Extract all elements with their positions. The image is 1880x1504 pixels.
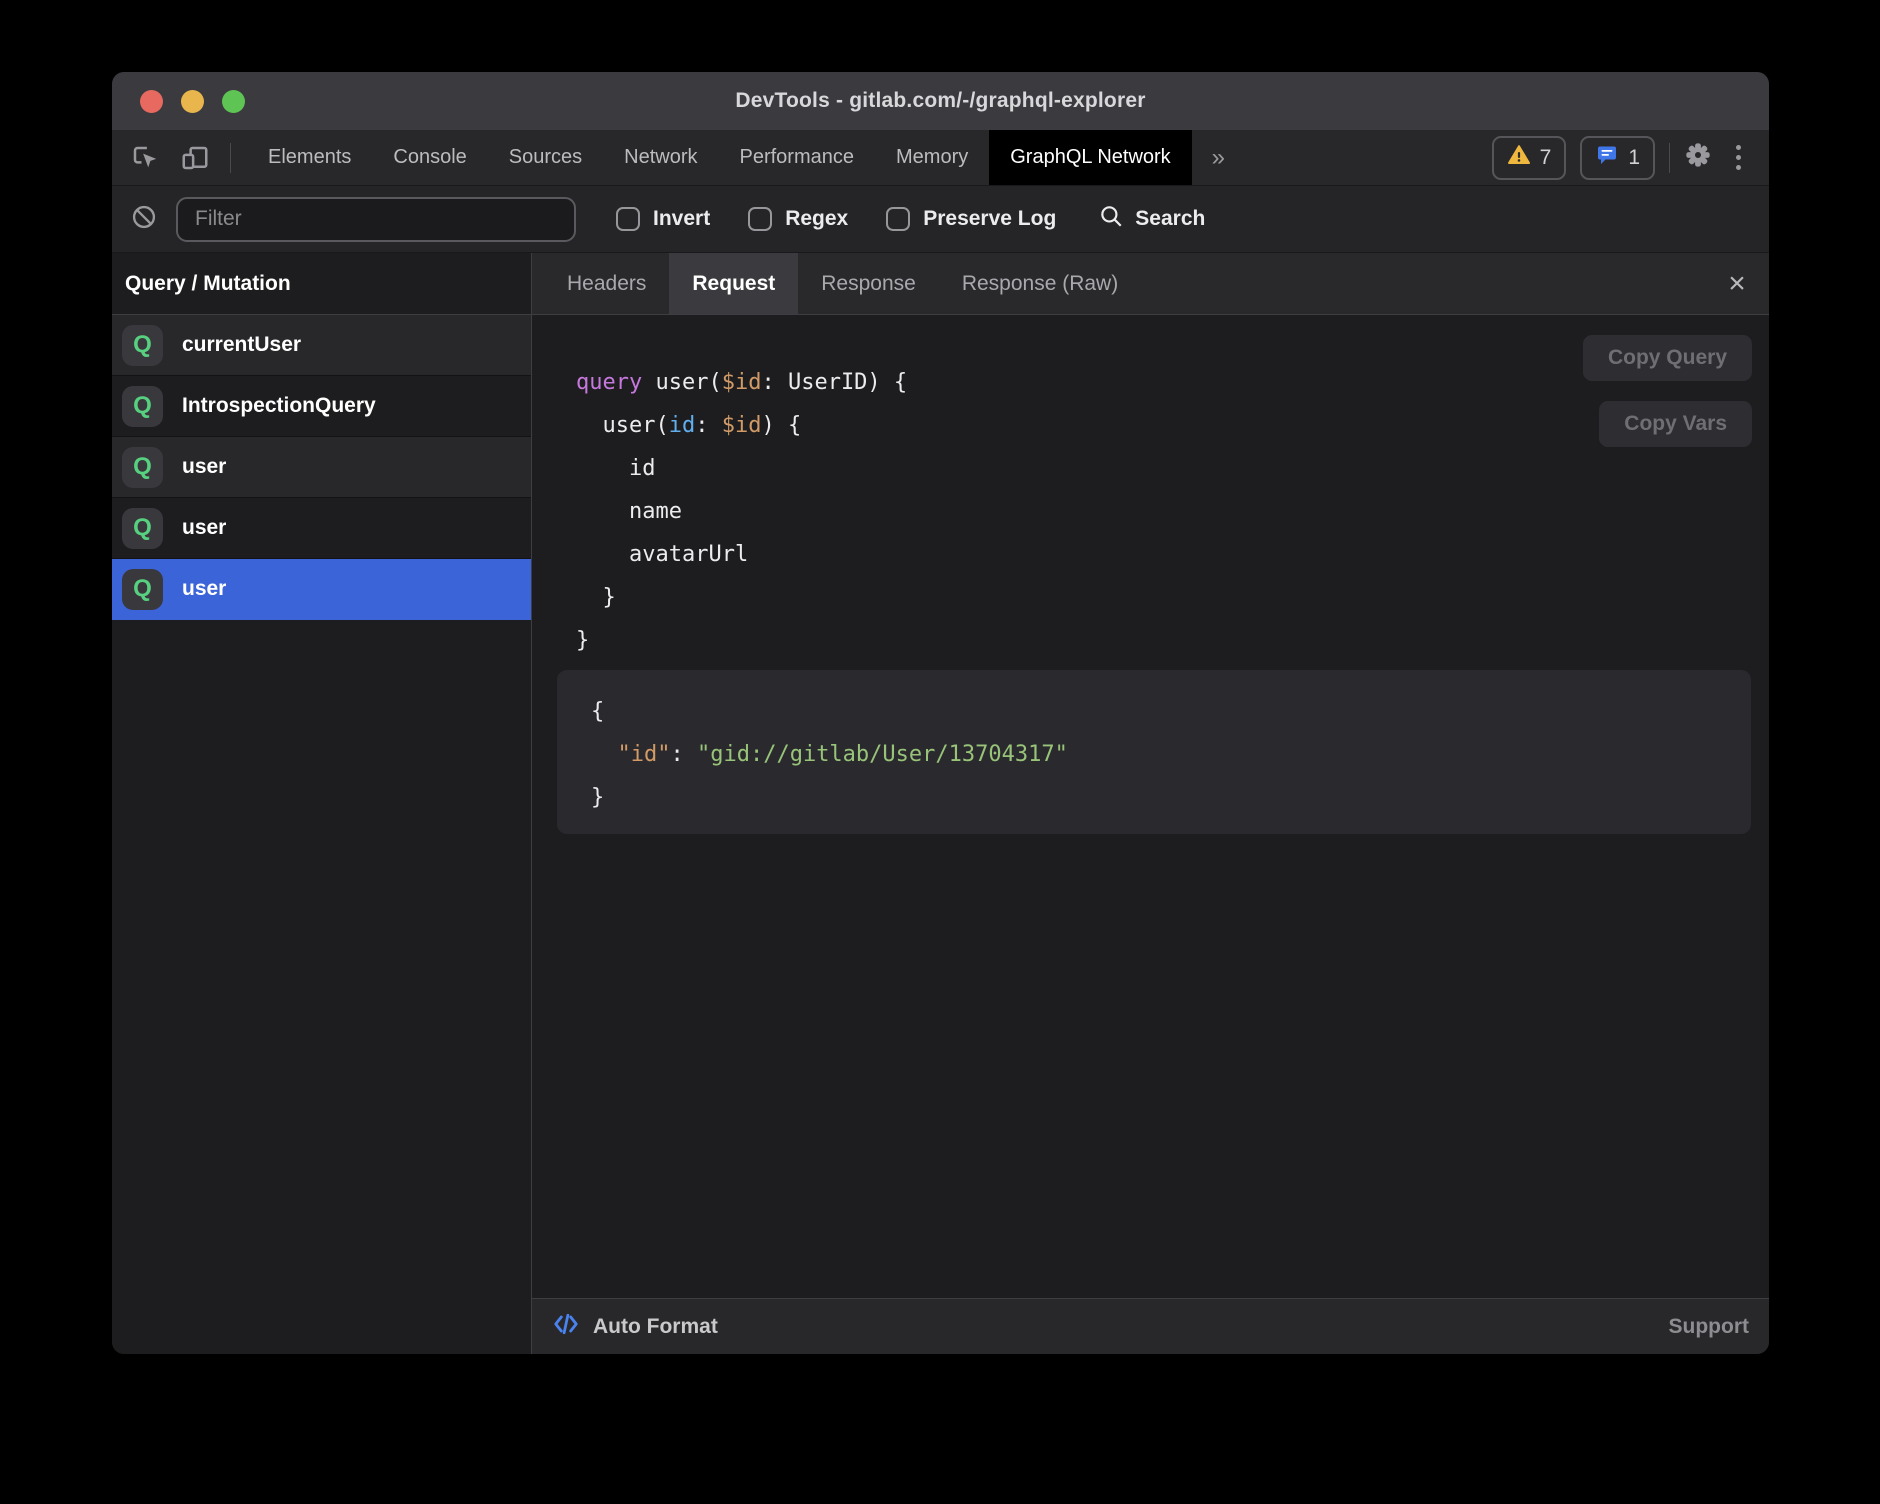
- minimize-window-button[interactable]: [181, 90, 204, 113]
- query-type-badge: Q: [122, 508, 163, 549]
- tab-request[interactable]: Request: [669, 253, 798, 314]
- tab-sources[interactable]: Sources: [488, 130, 603, 185]
- warning-count: 7: [1540, 146, 1552, 170]
- copy-query-button[interactable]: Copy Query: [1583, 335, 1752, 381]
- sidebar-header: Query / Mutation: [112, 253, 531, 315]
- query-type-badge: Q: [122, 447, 163, 488]
- query-type-badge: Q: [122, 569, 163, 610]
- search-icon: [1098, 203, 1124, 235]
- query-name: user: [182, 577, 226, 601]
- request-panel-body: query user($id: UserID) { user(id: $id) …: [532, 315, 1769, 1298]
- copy-vars-button[interactable]: Copy Vars: [1599, 401, 1752, 447]
- tab-memory[interactable]: Memory: [875, 130, 989, 185]
- close-icon[interactable]: ×: [1705, 253, 1769, 314]
- query-list-item-currentUser[interactable]: Q currentUser: [112, 315, 531, 376]
- window-controls: [140, 72, 245, 130]
- request-code: query user($id: UserID) { user(id: $id) …: [576, 361, 907, 662]
- checkbox-icon: [616, 207, 640, 231]
- issues-badge[interactable]: 1: [1580, 136, 1655, 180]
- kebab-menu-icon[interactable]: [1726, 145, 1751, 170]
- filter-input[interactable]: [176, 197, 576, 242]
- tab-response[interactable]: Response: [798, 253, 939, 314]
- query-name: currentUser: [182, 333, 301, 357]
- close-window-button[interactable]: [140, 90, 163, 113]
- issues-count: 1: [1628, 146, 1640, 170]
- tab-network[interactable]: Network: [603, 130, 718, 185]
- code-brackets-icon: [552, 1310, 580, 1344]
- devtools-window: DevTools - gitlab.com/-/graphql-explorer…: [112, 72, 1769, 1354]
- query-list-item-user-2[interactable]: Q user: [112, 498, 531, 559]
- query-type-badge: Q: [122, 386, 163, 427]
- query-name: user: [182, 455, 226, 479]
- tab-headers[interactable]: Headers: [544, 253, 669, 314]
- regex-checkbox[interactable]: Regex: [748, 207, 848, 231]
- invert-checkbox[interactable]: Invert: [616, 207, 710, 231]
- search-button[interactable]: Search: [1098, 203, 1205, 235]
- checkbox-icon: [748, 207, 772, 231]
- query-type-badge: Q: [122, 325, 163, 366]
- variables-code: { "id": "gid://gitlab/User/13704317"}: [591, 690, 1751, 819]
- gear-icon[interactable]: [1684, 141, 1712, 174]
- query-list-sidebar: Query / Mutation Q currentUser Q Introsp…: [112, 253, 532, 1354]
- zoom-window-button[interactable]: [222, 90, 245, 113]
- detail-panel: Headers Request Response Response (Raw) …: [532, 253, 1769, 1354]
- tab-console[interactable]: Console: [372, 130, 487, 185]
- auto-format-button[interactable]: Auto Format: [552, 1310, 718, 1344]
- auto-format-label: Auto Format: [593, 1315, 718, 1339]
- query-list-item-user-1[interactable]: Q user: [112, 437, 531, 498]
- more-tabs-icon[interactable]: »: [1192, 130, 1245, 185]
- detail-tabs: Headers Request Response Response (Raw) …: [532, 253, 1769, 315]
- query-name: user: [182, 516, 226, 540]
- tab-graphql-network[interactable]: GraphQL Network: [989, 130, 1191, 185]
- window-title: DevTools - gitlab.com/-/graphql-explorer: [735, 89, 1145, 113]
- search-label: Search: [1135, 207, 1205, 231]
- query-name: IntrospectionQuery: [182, 394, 376, 418]
- tab-elements[interactable]: Elements: [247, 130, 372, 185]
- warning-icon: [1507, 143, 1531, 173]
- query-list-item-user-3-selected[interactable]: Q user: [112, 559, 531, 620]
- checkbox-icon: [886, 207, 910, 231]
- block-icon[interactable]: [130, 203, 158, 236]
- warnings-badge[interactable]: 7: [1492, 136, 1567, 180]
- device-toolbar-icon[interactable]: [180, 143, 210, 173]
- tab-performance[interactable]: Performance: [719, 130, 876, 185]
- devtools-toolbar: Elements Console Sources Network Perform…: [112, 130, 1769, 186]
- support-link[interactable]: Support: [1669, 1315, 1749, 1339]
- filter-bar: Invert Regex Preserve Log Search: [112, 186, 1769, 253]
- toolbar-separator: [230, 143, 231, 173]
- panel-footer: Auto Format Support: [532, 1298, 1769, 1354]
- query-variables-box: { "id": "gid://gitlab/User/13704317"}: [557, 670, 1751, 834]
- preserve-log-checkbox[interactable]: Preserve Log: [886, 207, 1056, 231]
- title-bar: DevTools - gitlab.com/-/graphql-explorer: [112, 72, 1769, 130]
- toolbar-separator: [1669, 143, 1670, 173]
- inspect-element-icon[interactable]: [130, 143, 160, 173]
- message-icon: [1595, 143, 1619, 173]
- tab-response-raw[interactable]: Response (Raw): [939, 253, 1141, 314]
- query-list-item-introspectionQuery[interactable]: Q IntrospectionQuery: [112, 376, 531, 437]
